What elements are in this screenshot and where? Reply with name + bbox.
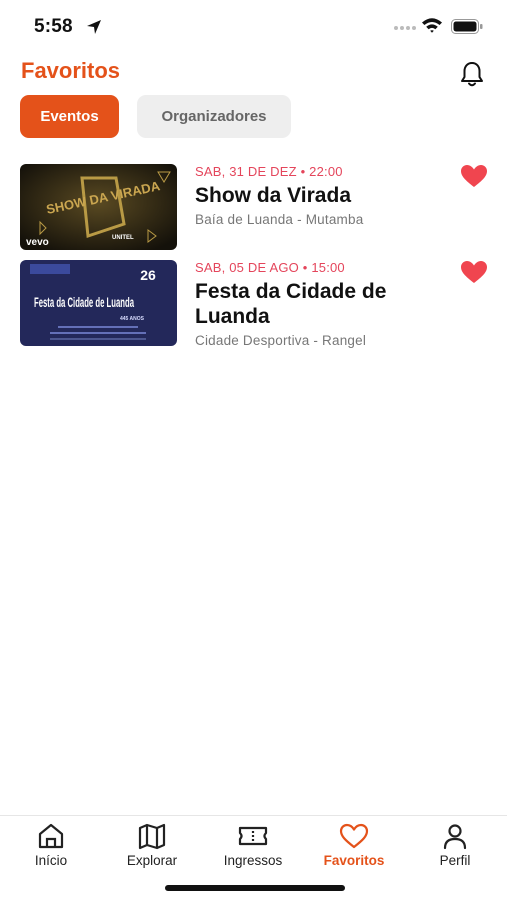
event-location: Baía de Luanda - Mutamba: [195, 212, 364, 227]
event-card[interactable]: Festa da Cidade de Luanda 26 445 ANOS SA…: [20, 260, 490, 348]
favorite-heart-icon[interactable]: [460, 164, 488, 188]
tab-inicio[interactable]: Início: [1, 822, 101, 872]
tab-label: Favoritos: [323, 853, 385, 868]
favorite-heart-icon[interactable]: [460, 260, 488, 284]
poster-title-text: Festa da Cidade de Luanda: [34, 294, 134, 310]
event-title: Show da Virada: [195, 184, 351, 207]
poster-years: 445 ANOS: [120, 316, 145, 322]
status-bar: 5:58: [0, 0, 507, 52]
bell-icon[interactable]: [459, 60, 485, 88]
tab-label: Explorar: [126, 853, 178, 868]
tab-favoritos[interactable]: Favoritos: [304, 822, 404, 872]
event-info: SAB, 05 DE AGO • 15:00 Festa da Cidade d…: [195, 260, 450, 348]
tab-ingressos[interactable]: Ingressos: [203, 822, 303, 872]
location-arrow-icon: [87, 20, 101, 34]
event-info: SAB, 31 DE DEZ • 22:00 Show da Virada Ba…: [195, 164, 450, 227]
event-poster-image: SHOW DA VIRADA vevo UNITEL: [20, 164, 177, 250]
tab-organizadores[interactable]: Organizadores: [137, 95, 291, 138]
person-icon: [443, 824, 467, 850]
map-icon: [138, 823, 166, 850]
poster-brand-right: UNITEL: [112, 235, 134, 241]
event-card[interactable]: SHOW DA VIRADA vevo UNITEL SAB, 31 DE DE…: [20, 164, 490, 250]
page-title: Favoritos: [21, 58, 121, 83]
heart-icon: [339, 823, 369, 849]
tab-label: Início: [34, 853, 68, 868]
tab-perfil[interactable]: Perfil: [405, 822, 505, 872]
tab-explorar[interactable]: Explorar: [102, 822, 202, 872]
poster-day: 26: [140, 267, 156, 283]
wifi-icon: [422, 18, 442, 33]
tab-eventos[interactable]: Eventos: [20, 95, 119, 138]
event-poster-image: Festa da Cidade de Luanda 26 445 ANOS: [20, 260, 177, 346]
status-time: 5:58: [34, 16, 73, 37]
event-location: Cidade Desportiva - Rangel: [195, 333, 367, 348]
event-date: SAB, 05 DE AGO • 15:00: [195, 260, 345, 275]
poster-brand-left: vevo: [26, 237, 49, 248]
home-icon: [38, 823, 64, 849]
battery-icon: [451, 19, 483, 34]
event-date: SAB, 31 DE DEZ • 22:00: [195, 164, 343, 179]
signal-icon: [394, 26, 416, 30]
tab-label: Perfil: [439, 853, 471, 868]
tab-label: Ingressos: [223, 853, 283, 868]
event-title: Festa da Cidade de Luanda: [195, 280, 387, 328]
ticket-icon: [238, 826, 268, 846]
home-indicator: [165, 885, 345, 891]
